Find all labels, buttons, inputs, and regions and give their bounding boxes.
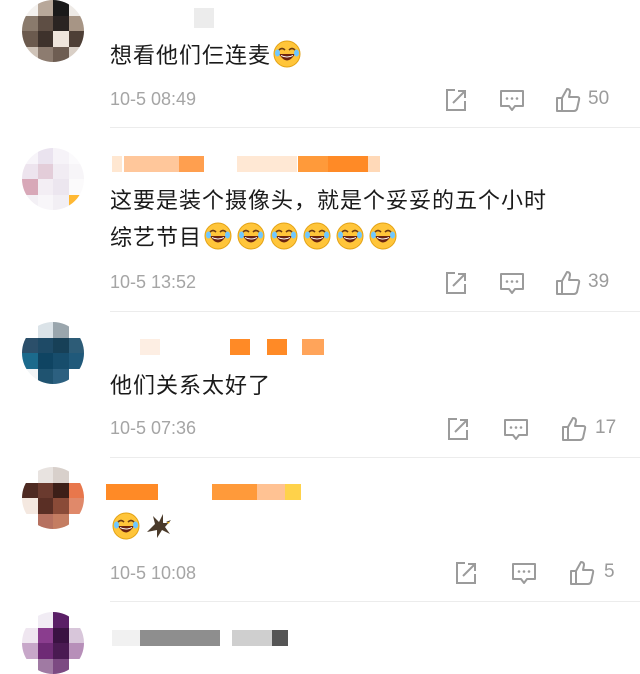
- thumbs-up-icon[interactable]: [554, 269, 582, 297]
- avatar[interactable]: [22, 322, 84, 384]
- comment-icon[interactable]: [498, 269, 526, 297]
- laugh-cry-emoji: [204, 222, 232, 250]
- comment-icon[interactable]: [510, 559, 538, 587]
- laugh-cry-emoji: [270, 222, 298, 250]
- avatar[interactable]: [22, 467, 84, 529]
- share-icon[interactable]: [442, 86, 470, 114]
- avatar[interactable]: [22, 148, 84, 210]
- avatar[interactable]: [22, 0, 84, 62]
- comment-actions: 50: [440, 86, 630, 116]
- comment-text: 想看他们仨连麦: [110, 38, 304, 75]
- like-count: 50: [588, 88, 610, 109]
- avatar[interactable]: [22, 612, 84, 674]
- like-count: 5: [604, 561, 615, 582]
- share-icon[interactable]: [452, 559, 480, 587]
- laugh-cry-emoji: [112, 512, 140, 540]
- laugh-cry-emoji: [303, 222, 331, 250]
- thumbs-up-icon[interactable]: [560, 415, 588, 443]
- comment-text-line: 这要是装个摄像头，就是个妥妥的五个小时: [110, 189, 548, 214]
- comment-actions: 39: [440, 269, 630, 299]
- comment-actions: 17: [440, 415, 630, 445]
- eagle-emoji: [145, 512, 173, 540]
- like-count: 17: [595, 417, 617, 438]
- comment-text-line: 综艺节目: [110, 220, 547, 257]
- like-count: 39: [588, 271, 610, 292]
- share-icon[interactable]: [442, 269, 470, 297]
- divider: [110, 601, 640, 602]
- comment-text: [110, 510, 176, 547]
- comment-text-line: 他们关系太好了: [110, 374, 272, 399]
- comment-actions: 5: [440, 559, 630, 589]
- comment-timestamp: 10-5 13:52: [110, 272, 197, 292]
- divider: [110, 311, 640, 312]
- thumbs-up-icon[interactable]: [568, 559, 596, 587]
- divider: [110, 457, 640, 458]
- share-icon[interactable]: [444, 415, 472, 443]
- laugh-cry-emoji: [336, 222, 364, 250]
- comment-icon[interactable]: [498, 86, 526, 114]
- thumbs-up-icon[interactable]: [554, 86, 582, 114]
- comment-timestamp: 10-5 10:08: [110, 563, 197, 583]
- divider: [110, 127, 640, 128]
- comment-icon[interactable]: [502, 415, 530, 443]
- comment-text: 他们关系太好了: [110, 368, 271, 405]
- comment-text: 这要是装个摄像头，就是个妥妥的五个小时 综艺节目: [110, 183, 547, 257]
- laugh-cry-emoji: [273, 40, 301, 68]
- laugh-cry-emoji: [237, 222, 265, 250]
- laugh-cry-emoji: [369, 222, 397, 250]
- comment-timestamp: 10-5 08:49: [110, 89, 197, 109]
- comment-text-line: 想看他们仨连麦: [110, 44, 272, 69]
- comment-timestamp: 10-5 07:36: [110, 418, 197, 438]
